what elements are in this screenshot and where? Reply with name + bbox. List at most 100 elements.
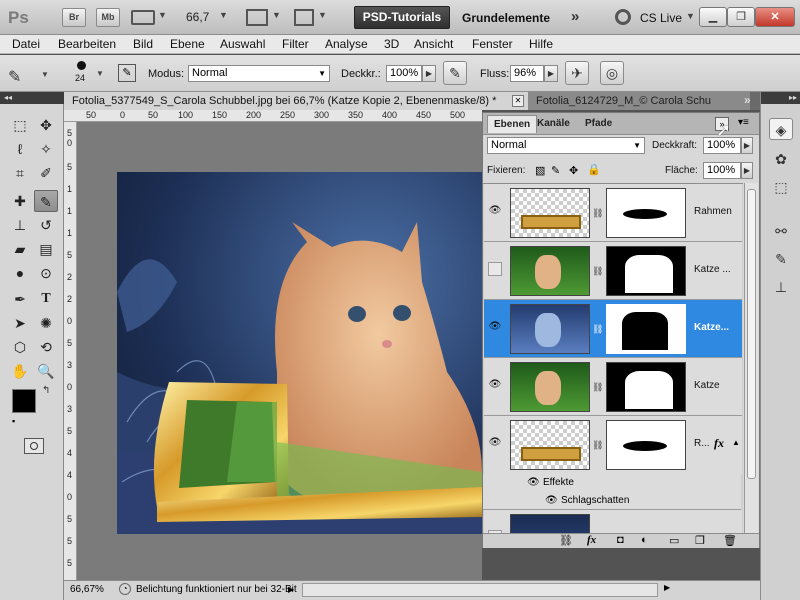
tab-kanaele[interactable]: Kanäle (531, 115, 576, 133)
zoom-level[interactable]: 66,7 (186, 10, 209, 24)
chevron-down-icon[interactable]: ▼ (318, 10, 327, 20)
layer-mask-thumbnail[interactable] (606, 420, 686, 470)
blend-mode-select[interactable]: Normal ▼ (188, 65, 330, 82)
scroll-right-icon[interactable]: ▶ (664, 583, 676, 597)
foreground-color-swatch[interactable] (12, 389, 36, 413)
type-tool-icon[interactable]: T (34, 288, 58, 310)
dock-header[interactable]: ▸▸ (761, 92, 800, 104)
menu-bild[interactable]: Bild (133, 37, 153, 51)
status-menu-arrow-icon[interactable]: ▶ (288, 585, 294, 594)
effects-row[interactable]: 👁 Effekte (483, 474, 741, 492)
blur-tool-icon[interactable]: ● (8, 262, 32, 284)
layer-row-rahmen-fx[interactable]: 👁 ⛓ R... fx ▲ (484, 416, 742, 474)
arrange-documents-icon[interactable] (246, 9, 268, 26)
tool-presets-icon[interactable]: ⚯ (769, 220, 793, 242)
layer-row-katze-kopie-2[interactable]: 👁 ⛓ Katze... (484, 300, 742, 358)
clone-stamp-tool-icon[interactable]: ⊥ (8, 214, 32, 236)
visibility-toggle-off[interactable] (488, 262, 502, 276)
status-zoom[interactable]: 66,67% (70, 584, 104, 595)
layer-row-katze-kopie[interactable]: ⛓ Katze ... (484, 242, 742, 300)
flow-field[interactable]: 96% (510, 65, 544, 82)
workspace-grundelemente[interactable]: Grundelemente (462, 11, 550, 25)
chevron-down-icon[interactable]: ▼ (272, 10, 281, 20)
lock-position-icon[interactable]: ✥ (569, 164, 578, 177)
menu-bearbeiten[interactable]: Bearbeiten (58, 37, 116, 51)
layer-mask-thumbnail[interactable] (606, 362, 686, 412)
panel-menu-icon[interactable]: ▾≡ (738, 117, 749, 128)
visibility-eye-icon[interactable]: 👁 (488, 378, 502, 392)
hand-tool-icon[interactable]: ✋ (8, 360, 32, 382)
brush-tool-icon[interactable]: ✎ (8, 67, 21, 87)
drop-shadow-eye-icon[interactable]: 👁 (545, 495, 558, 506)
tab-document-inactive[interactable]: Fotolia_6124729_M_© Carola Schu (528, 92, 750, 110)
clone-source-icon[interactable]: ⊥ (769, 276, 793, 298)
expand-effects-icon[interactable]: ▲ (732, 438, 740, 447)
opacity-slider-button[interactable]: ▶ (422, 65, 436, 82)
new-group-icon[interactable]: ▭ (669, 534, 679, 547)
restore-button[interactable]: ❐ (727, 7, 755, 27)
menu-analyse[interactable]: Analyse (325, 37, 368, 51)
chevron-down-icon[interactable]: ▼ (686, 11, 695, 21)
link-chain-icon[interactable]: ⛓ (592, 324, 603, 335)
visibility-eye-icon[interactable]: 👁 (488, 436, 502, 450)
dodge-tool-icon[interactable]: ⊙ (34, 262, 58, 284)
add-style-icon[interactable]: fx (587, 534, 596, 546)
pen-tool-icon[interactable]: ✒ (8, 288, 32, 310)
layer-row-rahmen[interactable]: 👁 ⛓ Rahmen (484, 184, 742, 242)
pressure-size-icon[interactable]: ◎ (600, 61, 624, 85)
layer-blend-mode-select[interactable]: Normal ▼ (487, 137, 645, 154)
layer-row-katze[interactable]: 👁 ⛓ Katze (484, 358, 742, 416)
brush-tool-icon[interactable]: ✎ (34, 190, 58, 212)
tab-ebenen[interactable]: Ebenen (487, 115, 538, 133)
close-button[interactable]: ✕ (755, 7, 795, 27)
chevron-down-icon[interactable]: ▼ (158, 10, 167, 20)
screen-mode-icon[interactable] (294, 9, 314, 26)
tools-panel-header[interactable]: ◂◂ (0, 92, 64, 104)
brush-presets-icon[interactable]: ✎ (769, 248, 793, 270)
eraser-tool-icon[interactable]: ▰ (8, 238, 32, 260)
gradient-tool-icon[interactable]: ▤ (34, 238, 58, 260)
drop-shadow-row[interactable]: 👁 Schlagschatten (483, 492, 741, 510)
layers-panel-icon[interactable]: ◈ (769, 118, 793, 140)
layer-name[interactable]: R... (694, 438, 710, 449)
airbrush-icon[interactable]: ✈ (565, 61, 589, 85)
effects-eye-icon[interactable]: 👁 (527, 477, 540, 488)
more-tabs-icon[interactable]: » (744, 93, 751, 107)
cs-live-icon[interactable] (615, 9, 631, 25)
link-layers-icon[interactable]: ⛓ (559, 534, 573, 547)
visibility-eye-icon[interactable]: 👁 (488, 204, 502, 218)
layer-mask-thumbnail[interactable] (606, 188, 686, 238)
layer-opacity-slider-button[interactable]: ▶ (741, 137, 753, 154)
layer-name[interactable]: Katze ... (694, 264, 731, 275)
close-tab-icon[interactable]: ✕ (512, 95, 524, 107)
tab-document-active[interactable]: Fotolia_5377549_S_Carola Schubbel.jpg be… (64, 92, 528, 110)
menu-filter[interactable]: Filter (282, 37, 309, 51)
paths-panel-icon[interactable]: ⬚ (769, 176, 793, 198)
status-info-icon[interactable]: ◔ (119, 583, 131, 595)
bridge-button[interactable]: Br (62, 8, 86, 27)
document-image[interactable] (117, 172, 482, 534)
add-mask-icon[interactable]: ◘ (617, 534, 624, 546)
adjustment-layer-icon[interactable]: ◐ (641, 534, 648, 546)
3d-rotate-tool-icon[interactable]: ⬡ (8, 336, 32, 358)
layer-name[interactable]: Rahmen (694, 206, 732, 217)
menu-hilfe[interactable]: Hilfe (529, 37, 553, 51)
history-brush-tool-icon[interactable]: ↺ (34, 214, 58, 236)
menu-3d[interactable]: 3D (384, 37, 399, 51)
layer-name[interactable]: Katze... (694, 322, 729, 333)
lasso-tool-icon[interactable]: ℓ (8, 138, 32, 160)
link-chain-icon[interactable]: ⛓ (592, 208, 603, 219)
pressure-opacity-icon[interactable]: ✎ (443, 61, 467, 85)
more-workspaces-icon[interactable]: » (571, 8, 579, 25)
eyedropper-tool-icon[interactable]: ✐ (34, 162, 58, 184)
brush-preset-icon[interactable] (77, 61, 86, 70)
chevron-down-icon[interactable]: ▼ (41, 70, 49, 79)
lock-transparency-icon[interactable]: ▧ (535, 164, 545, 177)
layer-mask-thumbnail[interactable] (606, 246, 686, 296)
menu-ebene[interactable]: Ebene (170, 37, 205, 51)
minimize-button[interactable]: ▁ (699, 7, 727, 27)
chevron-down-icon[interactable]: ▼ (219, 10, 228, 20)
menu-fenster[interactable]: Fenster (472, 37, 513, 51)
horizontal-scrollbar[interactable] (302, 583, 658, 597)
menu-ansicht[interactable]: Ansicht (414, 37, 453, 51)
